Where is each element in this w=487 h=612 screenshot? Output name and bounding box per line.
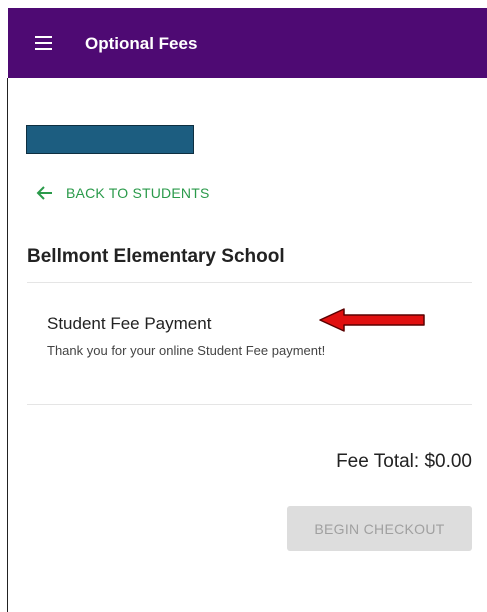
page-title: Optional Fees xyxy=(85,34,198,53)
begin-checkout-button[interactable]: BEGIN CHECKOUT xyxy=(287,506,472,551)
school-name: Bellmont Elementary School xyxy=(27,246,285,267)
divider xyxy=(27,404,472,405)
left-border xyxy=(7,78,8,612)
arrow-left-icon xyxy=(36,186,52,200)
red-arrow-icon xyxy=(319,308,425,332)
fee-item-title: Student Fee Payment xyxy=(47,314,212,333)
app-bar: Optional Fees xyxy=(8,8,487,78)
fee-item-description: Thank you for your online Student Fee pa… xyxy=(47,343,326,358)
menu-icon-line xyxy=(35,42,52,44)
menu-icon-line xyxy=(35,36,52,38)
divider xyxy=(27,282,472,283)
optional-fees-page: Optional Fees BACK TO STUDENTS Bellmont … xyxy=(0,0,487,612)
redacted-student-name xyxy=(26,125,194,154)
fee-total: Fee Total: $0.00 xyxy=(336,451,472,472)
back-to-students-link[interactable]: BACK TO STUDENTS xyxy=(36,184,210,202)
hamburger-menu-icon[interactable] xyxy=(35,36,52,50)
menu-icon-line xyxy=(35,48,52,50)
back-link-label: BACK TO STUDENTS xyxy=(66,185,210,201)
